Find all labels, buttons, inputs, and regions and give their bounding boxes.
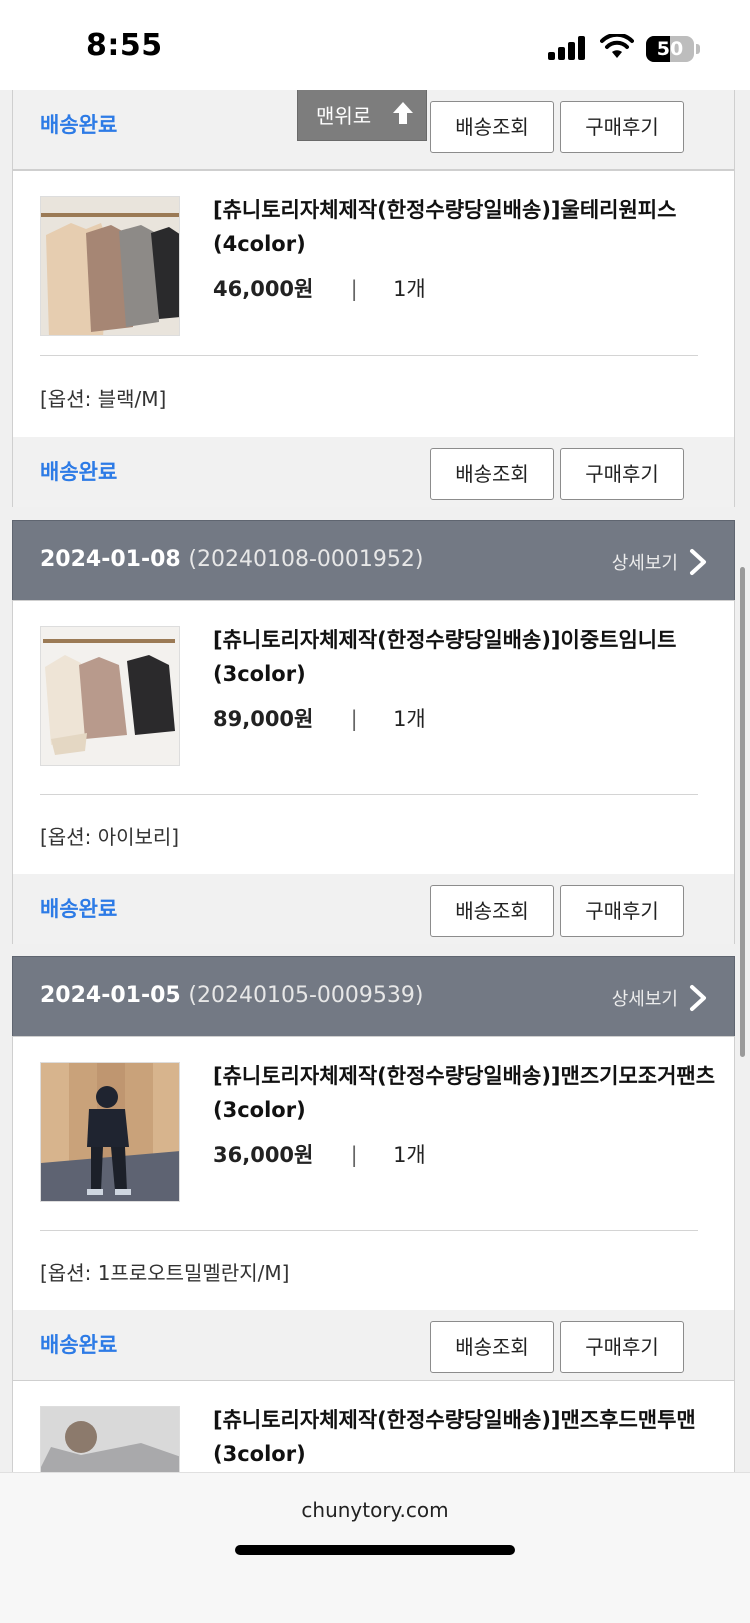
product-name[interactable]: [츄니토리자체제작(한정수량당일배송)]맨즈기모조거팬츠(3color) bbox=[213, 1059, 723, 1127]
order-date-line: 2024-01-08 (20240108-0001952) bbox=[40, 547, 423, 572]
item-footer: 배송완료 배송조회 구매후기 bbox=[13, 437, 734, 507]
product-name[interactable]: [츄니토리자체제작(한정수량당일배송)]울테리원피스(4color) bbox=[213, 193, 723, 261]
divider bbox=[40, 355, 698, 356]
arrow-up-icon bbox=[393, 102, 413, 124]
product-thumbnail[interactable] bbox=[40, 626, 180, 766]
back-to-top-button[interactable]: 맨위로 bbox=[297, 86, 427, 141]
divider bbox=[40, 1230, 698, 1231]
product-price: 89,000원 bbox=[213, 707, 314, 731]
product-option: [옵션: 1프로오트밀멜란지/M] bbox=[40, 1261, 290, 1285]
write-review-button[interactable]: 구매후기 bbox=[560, 101, 684, 153]
product-price: 36,000원 bbox=[213, 1143, 314, 1167]
track-delivery-button[interactable]: 배송조회 bbox=[430, 885, 554, 937]
order-date: 2024-01-08 bbox=[40, 547, 181, 572]
write-review-button[interactable]: 구매후기 bbox=[560, 448, 684, 500]
browser-bar: chunytory.com bbox=[0, 1472, 750, 1623]
order-number: (20240105-0009539) bbox=[188, 983, 424, 1008]
product-quantity: 1개 bbox=[393, 1143, 426, 1167]
home-indicator[interactable] bbox=[235, 1545, 515, 1555]
delivery-status: 배송완료 bbox=[40, 1333, 118, 1357]
product-option: [옵션: 블랙/M] bbox=[40, 387, 167, 411]
product-thumbnail[interactable] bbox=[40, 1062, 180, 1202]
divider bbox=[40, 794, 698, 795]
product-name[interactable]: [츄니토리자체제작(한정수량당일배송)]이중트임니트(3color) bbox=[213, 623, 723, 691]
back-to-top-label: 맨위로 bbox=[316, 104, 372, 128]
battery-level: 50 bbox=[656, 38, 684, 60]
product-thumbnail[interactable] bbox=[40, 196, 180, 336]
status-bar: 8:55 50 bbox=[0, 0, 750, 90]
url-text[interactable]: chunytory.com bbox=[0, 1498, 750, 1522]
price-row: 36,000원 | 1개 bbox=[213, 1139, 426, 1169]
order-item-card: [츄니토리자체제작(한정수량당일배송)]이중트임니트(3color) 89,00… bbox=[12, 600, 735, 944]
price-row: 46,000원 | 1개 bbox=[213, 273, 426, 303]
delivery-status: 배송완료 bbox=[40, 113, 118, 137]
product-quantity: 1개 bbox=[393, 707, 426, 731]
product-row[interactable]: [츄니토리자체제작(한정수량당일배송)]울테리원피스(4color) 46,00… bbox=[13, 171, 734, 341]
status-time: 8:55 bbox=[86, 28, 163, 63]
battery-tip bbox=[696, 44, 700, 54]
delivery-status: 배송완료 bbox=[40, 897, 118, 921]
track-delivery-button[interactable]: 배송조회 bbox=[430, 448, 554, 500]
order-date-line: 2024-01-05 (20240105-0009539) bbox=[40, 983, 423, 1008]
product-row[interactable]: [츄니토리자체제작(한정수량당일배송)]이중트임니트(3color) 89,00… bbox=[13, 601, 734, 771]
wifi-icon bbox=[600, 34, 634, 58]
view-details-link[interactable]: 상세보기 bbox=[612, 985, 678, 1011]
item-footer: 배송완료 배송조회 구매후기 bbox=[13, 1310, 734, 1380]
order-header[interactable]: 2024-01-05 (20240105-0009539) 상세보기 bbox=[12, 956, 735, 1038]
scrollbar[interactable] bbox=[740, 567, 745, 1057]
view-details-link[interactable]: 상세보기 bbox=[612, 549, 678, 575]
write-review-button[interactable]: 구매후기 bbox=[560, 1321, 684, 1373]
order-header[interactable]: 2024-01-08 (20240108-0001952) 상세보기 bbox=[12, 520, 735, 602]
separator: | bbox=[350, 707, 358, 731]
separator: | bbox=[350, 277, 358, 301]
price-row: 89,000원 | 1개 bbox=[213, 703, 426, 733]
chevron-right-icon[interactable] bbox=[686, 983, 710, 1013]
order-number: (20240108-0001952) bbox=[188, 547, 424, 572]
cellular-signal-icon bbox=[548, 36, 588, 60]
product-quantity: 1개 bbox=[393, 277, 426, 301]
order-item-card: [츄니토리자체제작(한정수량당일배송)]울테리원피스(4color) 46,00… bbox=[12, 170, 735, 507]
product-name[interactable]: [츄니토리자체제작(한정수량당일배송)]맨즈후드맨투맨(3color) bbox=[213, 1403, 723, 1471]
track-delivery-button[interactable]: 배송조회 bbox=[430, 1321, 554, 1373]
order-list[interactable]: 배송완료 배송조회 구매후기 [츄니토리자체제작(한정수량당일배송)]울테리원피… bbox=[0, 90, 750, 1522]
separator: | bbox=[350, 1143, 358, 1167]
order-item-card: [츄니토리자체제작(한정수량당일배송)]맨즈기모조거팬츠(3color) 36,… bbox=[12, 1036, 735, 1380]
product-price: 46,000원 bbox=[213, 277, 314, 301]
order-date: 2024-01-05 bbox=[40, 983, 181, 1008]
chevron-right-icon[interactable] bbox=[686, 547, 710, 577]
battery-icon: 50 bbox=[646, 36, 694, 62]
product-row[interactable]: [츄니토리자체제작(한정수량당일배송)]맨즈기모조거팬츠(3color) 36,… bbox=[13, 1037, 734, 1207]
item-footer: 배송완료 배송조회 구매후기 bbox=[13, 874, 734, 944]
write-review-button[interactable]: 구매후기 bbox=[560, 885, 684, 937]
delivery-status: 배송완료 bbox=[40, 460, 118, 484]
product-option: [옵션: 아이보리] bbox=[40, 825, 180, 849]
track-delivery-button[interactable]: 배송조회 bbox=[430, 101, 554, 153]
